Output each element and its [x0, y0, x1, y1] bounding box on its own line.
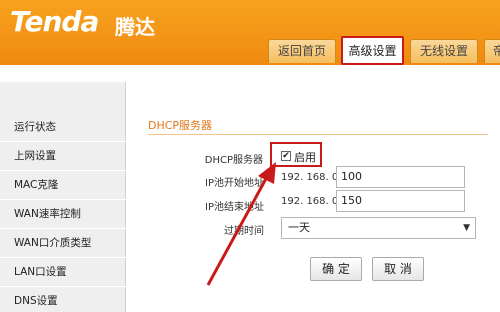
tab-home[interactable]: 返回首页 [268, 39, 336, 63]
dropdown-arrow-icon: ▼ [463, 223, 470, 233]
tab-wireless-settings[interactable]: 无线设置 [410, 39, 478, 63]
highlight-annotation-box [270, 142, 322, 167]
lease-time-label: 过期时间 [224, 226, 264, 237]
sidebar-item-lan[interactable]: LAN口设置 [0, 258, 126, 287]
ip-start-prefix: 192. 168. 0. [281, 172, 342, 183]
ip-start-input[interactable]: 100 [336, 166, 465, 188]
sidebar-item-wan-speed[interactable]: WAN速率控制 [0, 200, 126, 229]
tab-partial[interactable]: 帝 [484, 39, 500, 63]
tenda-logo: Tenda [10, 5, 99, 38]
sidebar-menu: 运行状态 上网设置 MAC克隆 WAN速率控制 WAN口介质类型 LAN口设置 … [0, 82, 126, 312]
lease-time-value: 一天 [288, 221, 310, 234]
sidebar-item-mac-clone[interactable]: MAC克隆 [0, 171, 126, 200]
section-title: DHCP服务器 [148, 119, 213, 132]
tab-advanced-settings[interactable]: 高级设置 [341, 36, 404, 65]
sidebar-item-status[interactable]: 运行状态 [0, 113, 126, 142]
sidebar-item-dns[interactable]: DNS设置 [0, 287, 126, 312]
confirm-button[interactable]: 确 定 [310, 257, 362, 281]
header-bar: Tenda 腾达 返回首页 高级设置 无线设置 帝 [0, 0, 500, 65]
ip-end-label: IP池结束地址 [205, 202, 264, 213]
ip-start-label: IP池开始地址 [205, 178, 264, 189]
cancel-button[interactable]: 取 消 [372, 257, 424, 281]
sidebar-item-internet[interactable]: 上网设置 [0, 142, 126, 171]
dhcp-server-label: DHCP服务器 [204, 155, 263, 166]
section-divider [148, 134, 488, 135]
ip-end-input[interactable]: 150 [336, 190, 465, 212]
tenda-logo-cn: 腾达 [115, 15, 155, 39]
lease-time-select[interactable]: 一天 ▼ [281, 217, 476, 239]
sidebar-item-wan-medium[interactable]: WAN口介质类型 [0, 229, 126, 258]
ip-end-prefix: 192. 168. 0. [281, 196, 342, 207]
